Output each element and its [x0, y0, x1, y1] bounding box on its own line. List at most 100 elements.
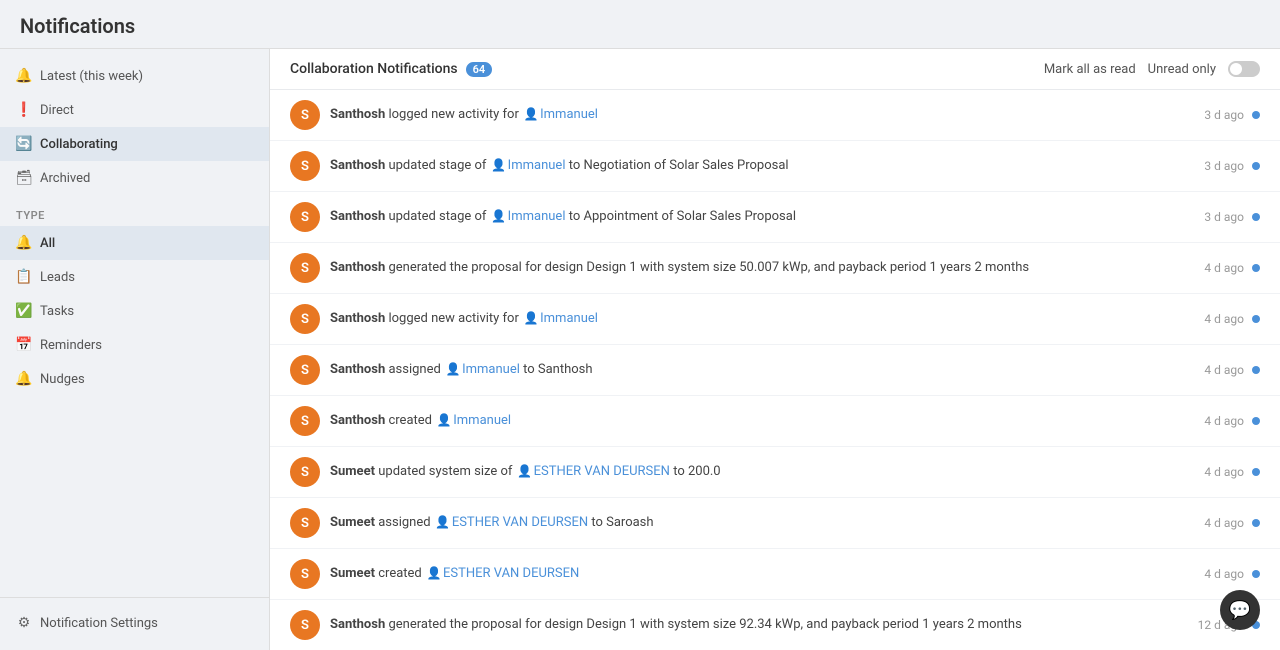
notification-meta: 4 d ago — [1170, 414, 1260, 428]
contact-icon: 👤 — [524, 311, 538, 325]
notification-meta: 4 d ago — [1170, 516, 1260, 530]
sidebar-item-latest[interactable]: 🔔 Latest (this week) — [0, 59, 269, 93]
avatar: S — [290, 355, 320, 385]
sidebar-item-label: Direct — [40, 103, 74, 118]
avatar: S — [290, 610, 320, 640]
sidebar-item-label: Reminders — [40, 338, 102, 353]
unread-dot — [1252, 417, 1260, 425]
avatar: S — [290, 253, 320, 283]
sidebar-item-label: Archived — [40, 171, 90, 186]
notification-row: SSanthosh logged new activity for 👤Imman… — [270, 294, 1280, 345]
notification-meta: 4 d ago — [1170, 261, 1260, 275]
notification-content: Santhosh created 👤Immanuel — [330, 412, 1160, 430]
notification-content: Sumeet created 👤ESTHER VAN DEURSEN — [330, 565, 1160, 583]
app-layout: Notifications 🔔 Latest (this week) ❗ Dir… — [0, 0, 1280, 650]
sidebar-item-direct[interactable]: ❗ Direct — [0, 93, 269, 127]
unread-dot — [1252, 264, 1260, 272]
chat-button[interactable]: 💬 — [1220, 590, 1260, 630]
actor-name: Santhosh — [330, 107, 385, 122]
action-text: updated system size of — [378, 464, 512, 479]
sidebar-item-tasks[interactable]: ✅ Tasks — [0, 294, 269, 328]
sidebar-item-all[interactable]: 🔔 All — [0, 226, 269, 260]
notification-time: 4 d ago — [1204, 363, 1244, 377]
action-text: created — [388, 413, 432, 428]
notification-meta: 3 d ago — [1170, 159, 1260, 173]
content-header-right: Mark all as read Unread only — [1044, 61, 1260, 77]
notification-content: Santhosh updated stage of 👤Immanuel to A… — [330, 208, 1160, 226]
unread-only-label: Unread only — [1148, 62, 1216, 77]
unread-only-toggle[interactable] — [1228, 61, 1260, 77]
notification-meta: 4 d ago — [1170, 363, 1260, 377]
unread-dot — [1252, 519, 1260, 527]
contact-icon: 👤 — [492, 158, 506, 172]
chat-icon: 💬 — [1229, 600, 1251, 621]
notification-meta: 4 d ago — [1170, 465, 1260, 479]
notification-content: Santhosh updated stage of 👤Immanuel to N… — [330, 157, 1160, 175]
notification-time: 3 d ago — [1204, 210, 1244, 224]
sidebar-item-leads[interactable]: 📋 Leads — [0, 260, 269, 294]
user-link[interactable]: Immanuel — [540, 311, 598, 326]
action-text: generated the proposal for design Design… — [388, 617, 1021, 632]
contact-icon: 👤 — [446, 362, 460, 376]
sidebar-item-nudges[interactable]: 🔔 Nudges — [0, 362, 269, 396]
contact-icon: 👤 — [436, 515, 450, 529]
all-icon: 🔔 — [16, 235, 32, 251]
action-text: created — [378, 566, 422, 581]
tasks-icon: ✅ — [16, 303, 32, 319]
notification-time: 4 d ago — [1204, 261, 1244, 275]
user-link[interactable]: ESTHER VAN DEURSEN — [443, 566, 579, 581]
notification-meta: 4 d ago — [1170, 312, 1260, 326]
action-text: logged new activity for — [388, 107, 518, 122]
suffix-text: to Appointment of Solar Sales Proposal — [569, 209, 796, 224]
user-link[interactable]: Immanuel — [508, 158, 566, 173]
unread-dot — [1252, 162, 1260, 170]
notification-content: Santhosh logged new activity for 👤Immanu… — [330, 310, 1160, 328]
notification-row: SSanthosh assigned 👤Immanuel to Santhosh… — [270, 345, 1280, 396]
content-title: Collaboration Notifications — [290, 61, 458, 77]
sidebar-item-label: Tasks — [40, 304, 74, 319]
user-link[interactable]: Immanuel — [508, 209, 566, 224]
actor-name: Sumeet — [330, 464, 375, 479]
notification-settings-button[interactable]: ⚙ Notification Settings — [0, 606, 269, 640]
notification-row: S Santhosh created 👤Immanuel 4 d ago — [270, 396, 1280, 447]
user-link[interactable]: Immanuel — [540, 107, 598, 122]
sidebar-item-archived[interactable]: 🗃 Archived — [0, 161, 269, 195]
user-link[interactable]: ESTHER VAN DEURSEN — [452, 515, 588, 530]
actor-name: Santhosh — [330, 413, 385, 428]
unread-dot — [1252, 111, 1260, 119]
sidebar-item-collaborating[interactable]: 🔄 Collaborating — [0, 127, 269, 161]
sidebar-item-label: All — [40, 236, 55, 251]
notification-meta: 3 d ago — [1170, 210, 1260, 224]
action-text: updated stage of — [388, 158, 486, 173]
content-header-left: Collaboration Notifications 64 — [290, 61, 492, 77]
sidebar-item-label: Leads — [40, 270, 75, 285]
suffix-text: to Santhosh — [523, 362, 592, 377]
contact-icon: 👤 — [524, 107, 538, 121]
notification-time: 4 d ago — [1204, 312, 1244, 326]
notification-row: SSumeet created 👤ESTHER VAN DEURSEN4 d a… — [270, 549, 1280, 600]
sidebar-bottom: ⚙ Notification Settings — [0, 597, 269, 640]
action-text: updated stage of — [388, 209, 486, 224]
actor-name: Santhosh — [330, 362, 385, 377]
mark-all-read-button[interactable]: Mark all as read — [1044, 62, 1136, 77]
avatar: S — [290, 508, 320, 538]
sidebar-item-reminders[interactable]: 📅 Reminders — [0, 328, 269, 362]
avatar: S — [290, 202, 320, 232]
unread-dot — [1252, 468, 1260, 476]
avatar: S — [290, 100, 320, 130]
avatar: S — [290, 457, 320, 487]
sidebar-item-label: Latest (this week) — [40, 69, 143, 84]
settings-icon: ⚙ — [16, 615, 32, 631]
user-link[interactable]: Immanuel — [453, 413, 511, 428]
main-area: 🔔 Latest (this week) ❗ Direct 🔄 Collabor… — [0, 49, 1280, 650]
notification-time: 3 d ago — [1204, 108, 1244, 122]
user-link[interactable]: Immanuel — [462, 362, 520, 377]
reminders-icon: 📅 — [16, 337, 32, 353]
user-link[interactable]: ESTHER VAN DEURSEN — [534, 464, 670, 479]
notification-content: Santhosh logged new activity for 👤Immanu… — [330, 106, 1160, 124]
action-text: assigned — [378, 515, 430, 530]
avatar: S — [290, 406, 320, 436]
avatar: S — [290, 151, 320, 181]
notification-time: 4 d ago — [1204, 516, 1244, 530]
unread-dot — [1252, 570, 1260, 578]
